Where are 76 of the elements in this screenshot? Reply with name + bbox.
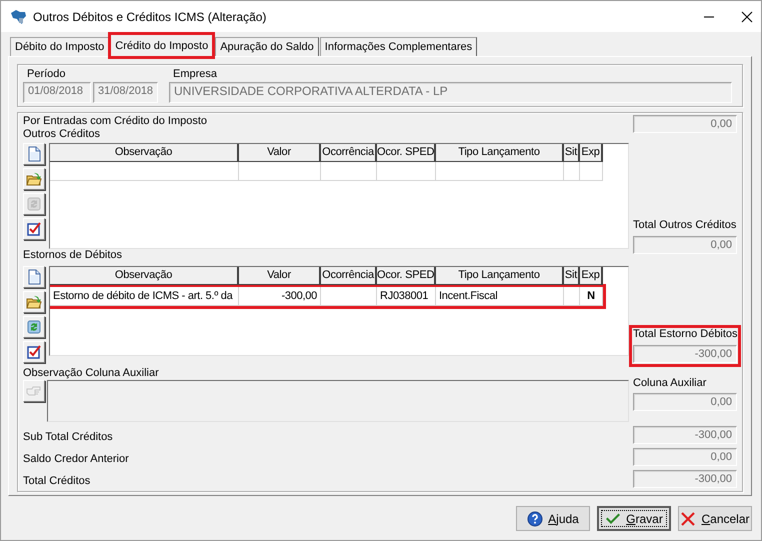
total-field[interactable]: 0,00 <box>633 115 737 133</box>
close-icon[interactable] <box>741 10 753 22</box>
table-cell <box>580 162 603 181</box>
column-header[interactable]: Exp <box>580 144 603 162</box>
total-field[interactable]: -300,00 <box>633 426 737 444</box>
toolbar-button[interactable] <box>23 341 45 363</box>
save-button[interactable]: Gravar <box>597 506 671 531</box>
column-header[interactable]: Valor <box>239 144 321 162</box>
toolbar-button[interactable] <box>23 143 45 165</box>
total-field[interactable]: 0,00 <box>633 393 737 411</box>
toolbar-button[interactable] <box>23 291 45 313</box>
tab[interactable]: Informações Complementares <box>320 37 478 56</box>
refresh-icon <box>26 319 42 335</box>
field-label: Total Outros Créditos <box>633 219 737 232</box>
column-header[interactable]: Sit <box>564 144 580 162</box>
column-header[interactable]: Ocorrência <box>321 144 377 162</box>
column-header[interactable]: Sit <box>564 267 580 285</box>
table-cell: -300,00 <box>239 287 321 306</box>
refresh-icon <box>26 196 42 212</box>
table-cell: RJ038001 <box>377 287 436 306</box>
column-header[interactable]: Ocorrência <box>321 267 377 285</box>
table-cell: Estorno de débito de ICMS - art. 5.º da <box>50 287 239 306</box>
date-field[interactable]: 31/08/2018 <box>93 82 158 103</box>
tab[interactable]: Débito do Imposto <box>10 37 110 56</box>
table-cell <box>564 162 580 181</box>
field-label: Saldo Credor Anterior <box>23 453 129 466</box>
document-icon <box>26 269 42 285</box>
column-header[interactable]: Observação <box>50 144 239 162</box>
grid-title: Estornos de Débitos <box>23 249 124 262</box>
column-header[interactable]: Observação <box>50 267 239 285</box>
table-cell <box>564 287 580 306</box>
column-header[interactable]: Valor <box>239 267 321 285</box>
help-icon <box>527 510 544 526</box>
column-header[interactable]: Tipo Lançamento <box>436 267 564 285</box>
folder-icon <box>26 294 42 310</box>
field-label: Período <box>26 68 67 81</box>
date-field[interactable]: 01/08/2018 <box>23 82 91 103</box>
help-button[interactable]: Ajuda <box>516 506 590 531</box>
field-label: Total Créditos <box>23 475 90 488</box>
cancel-button[interactable]: Cancelar <box>678 506 752 531</box>
field-label: Empresa <box>172 68 218 81</box>
toolbar-button[interactable] <box>23 218 45 240</box>
folder-icon <box>26 171 42 187</box>
column-header[interactable]: Exp <box>580 267 603 285</box>
field-label: Observação Coluna Auxiliar <box>23 367 160 380</box>
cross-icon <box>680 510 696 526</box>
toolbar-button[interactable] <box>23 316 45 338</box>
section-title: Por Entradas com Crédito do Imposto <box>23 115 208 128</box>
column-header[interactable]: Ocor. SPED <box>377 144 436 162</box>
table-cell: Incent.Fiscal <box>436 287 564 306</box>
table-cell: N <box>580 287 603 306</box>
field-label: Sub Total Créditos <box>23 431 113 444</box>
memo-field[interactable] <box>47 380 629 422</box>
toolbar-button[interactable] <box>23 266 45 288</box>
field-label: Coluna Auxiliar <box>633 377 708 390</box>
table-cell <box>321 287 377 306</box>
total-field[interactable]: 0,00 <box>633 448 737 466</box>
checkmark-icon <box>605 510 622 526</box>
app-icon <box>9 8 27 24</box>
document-icon <box>26 146 42 162</box>
table-cell <box>377 162 436 181</box>
checkbox-icon <box>26 221 42 237</box>
company-field[interactable]: UNIVERSIDADE CORPORATIVA ALTERDATA - LP <box>169 82 732 103</box>
column-header[interactable]: Tipo Lançamento <box>436 144 564 162</box>
total-field[interactable]: -300,00 <box>633 470 737 488</box>
tab[interactable]: Crédito do Imposto <box>108 32 216 59</box>
checkbox-icon <box>26 344 42 360</box>
total-field[interactable]: -300,00 <box>633 345 737 363</box>
toolbar-button[interactable] <box>23 168 45 190</box>
grid-title: Outros Créditos <box>23 128 102 141</box>
column-header[interactable]: Ocor. SPED <box>377 267 436 285</box>
tab[interactable]: Apuração do Saldo <box>215 37 319 56</box>
window-title: Outros Débitos e Créditos ICMS (Alteração) <box>33 10 268 24</box>
table-cell <box>321 162 377 181</box>
field-label: Total Estorno Débitos <box>633 328 737 341</box>
total-field[interactable]: 0,00 <box>633 236 737 254</box>
